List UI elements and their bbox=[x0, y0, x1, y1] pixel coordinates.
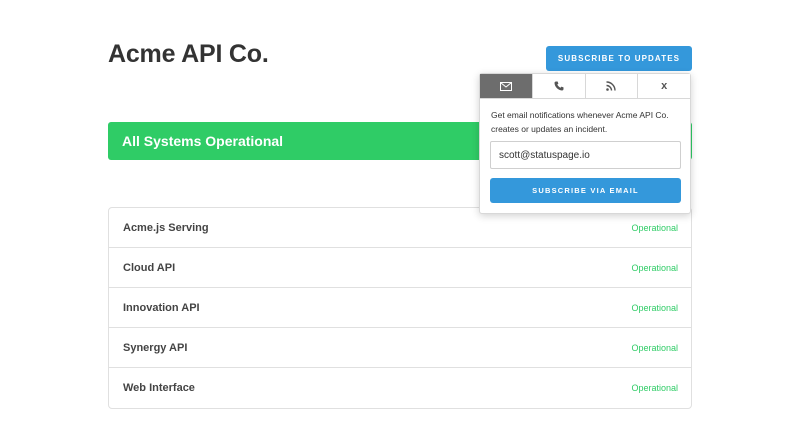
page-title: Acme API Co. bbox=[108, 40, 269, 68]
component-status: Operational bbox=[631, 383, 678, 393]
status-banner-text: All Systems Operational bbox=[122, 133, 284, 149]
phone-icon bbox=[554, 81, 564, 91]
status-page: Acme API Co. SUBSCRIBE TO UPDATES All Sy… bbox=[0, 0, 800, 434]
envelope-icon bbox=[499, 81, 512, 91]
tab-close[interactable]: x bbox=[638, 74, 690, 98]
component-status: Operational bbox=[631, 263, 678, 273]
email-field[interactable] bbox=[490, 141, 681, 169]
component-status: Operational bbox=[631, 303, 678, 313]
component-row: Web Interface Operational bbox=[109, 368, 691, 408]
subscribe-method-tabs: x bbox=[480, 74, 690, 99]
component-name: Innovation API bbox=[123, 302, 200, 314]
subscribe-popup: x Get email notifications whenever Acme … bbox=[479, 73, 691, 214]
subscribe-via-email-button[interactable]: SUBSCRIBE VIA EMAIL bbox=[490, 178, 681, 203]
component-status: Operational bbox=[631, 343, 678, 353]
close-icon: x bbox=[661, 79, 668, 92]
subscribe-to-updates-button[interactable]: SUBSCRIBE TO UPDATES bbox=[546, 46, 692, 71]
component-row: Acme.js Serving Operational bbox=[109, 208, 691, 248]
subscribe-description: Get email notifications whenever Acme AP… bbox=[491, 110, 669, 134]
tab-rss[interactable] bbox=[585, 74, 639, 98]
component-name: Synergy API bbox=[123, 342, 188, 354]
component-row: Cloud API Operational bbox=[109, 248, 691, 288]
component-status: Operational bbox=[631, 223, 678, 233]
components-list: Acme.js Serving Operational Cloud API Op… bbox=[108, 207, 692, 409]
component-name: Acme.js Serving bbox=[123, 222, 209, 234]
component-name: Cloud API bbox=[123, 262, 176, 274]
rss-icon bbox=[606, 81, 617, 91]
component-row: Synergy API Operational bbox=[109, 328, 691, 368]
tab-email[interactable] bbox=[480, 74, 533, 98]
component-row: Innovation API Operational bbox=[109, 288, 691, 328]
component-name: Web Interface bbox=[123, 382, 195, 394]
tab-sms[interactable] bbox=[532, 74, 586, 98]
